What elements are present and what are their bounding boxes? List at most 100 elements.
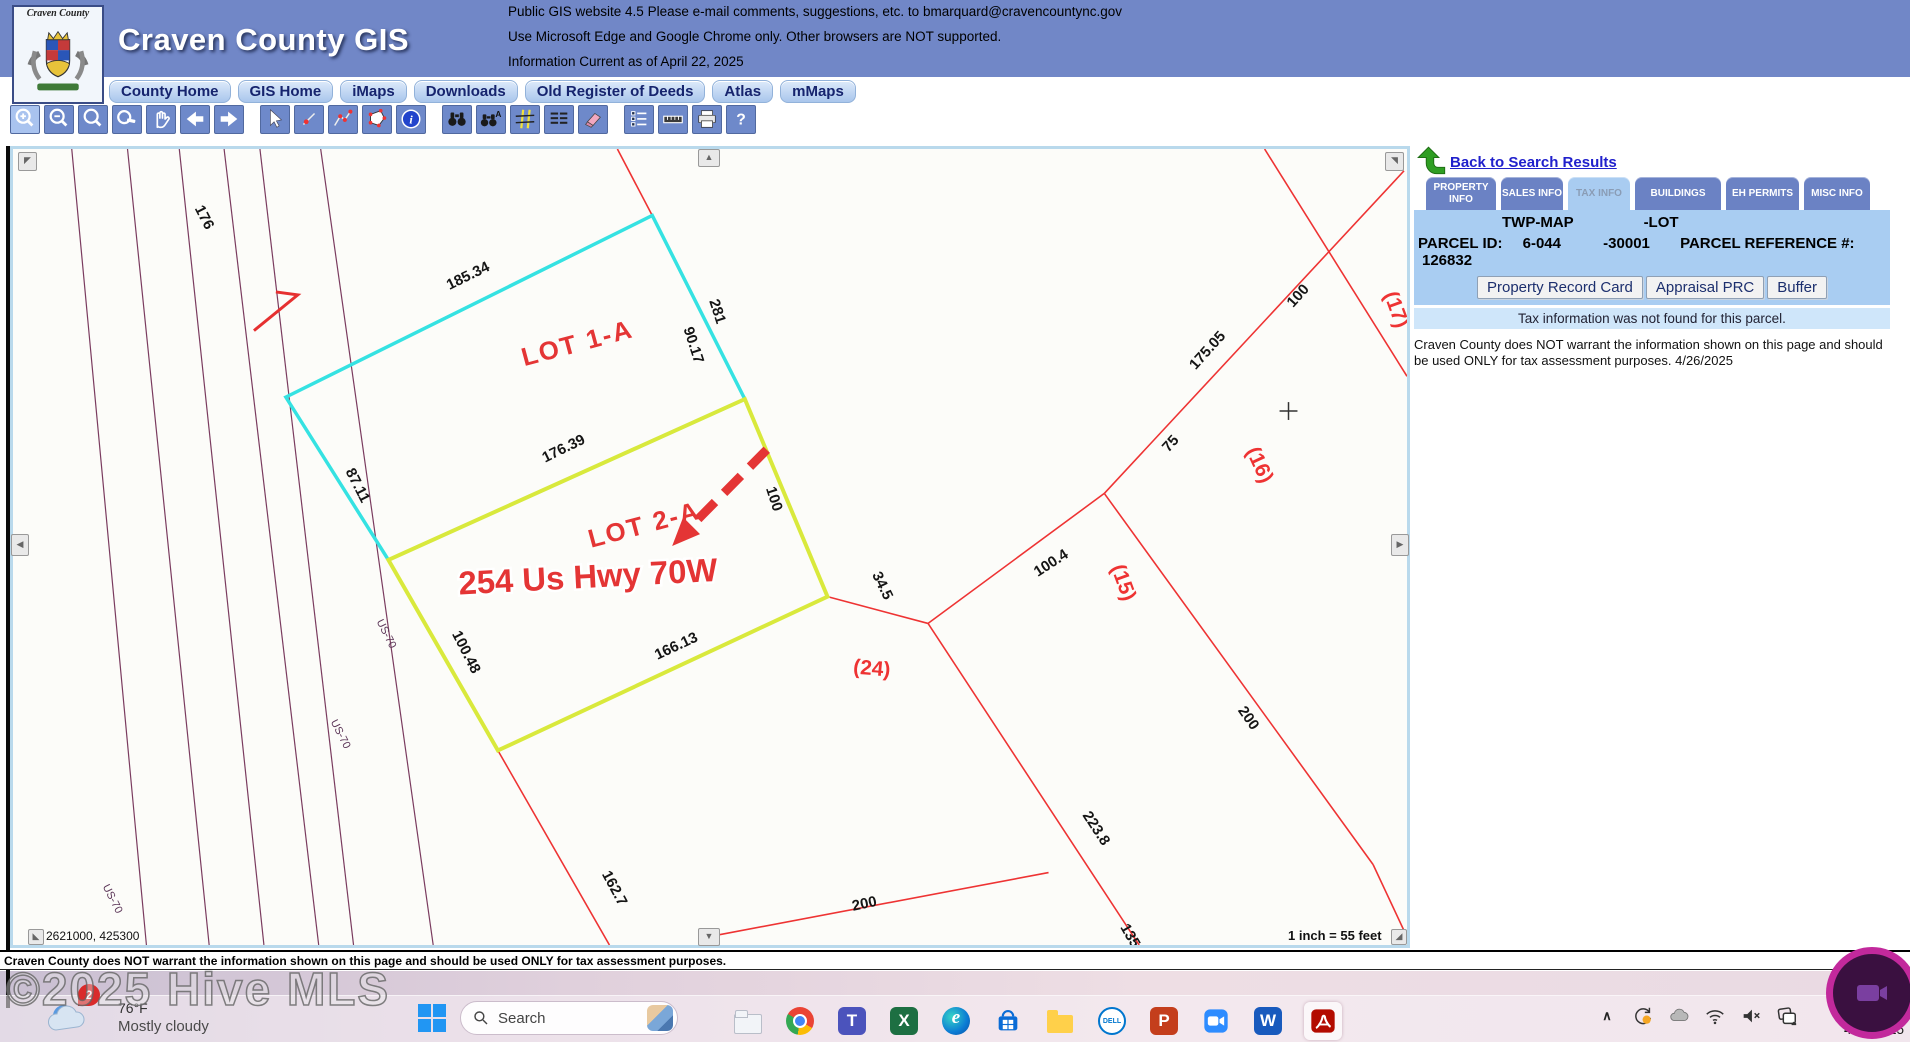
chevron-up-icon[interactable]: ∧ (1596, 1005, 1618, 1027)
photos-icon[interactable] (1776, 1005, 1798, 1027)
parcel-reference-label: PARCEL REFERENCE #: (1680, 235, 1854, 252)
windows-start-button[interactable] (418, 1004, 448, 1034)
pan-icon (149, 107, 173, 131)
us70-corridor-line (260, 149, 354, 945)
select-point-button[interactable] (294, 105, 324, 134)
select-point-icon (297, 107, 321, 131)
powerpoint-taskbar-icon[interactable]: P (1148, 1005, 1180, 1037)
camera-icon (1855, 980, 1889, 1006)
results-list-button[interactable] (544, 105, 574, 134)
tab-sales-info[interactable]: SALES INFO (1501, 177, 1563, 210)
excel-taskbar-icon[interactable]: X (888, 1005, 920, 1037)
identify-button[interactable]: i (396, 105, 426, 134)
map-viewport[interactable]: 176185.3428190.1787.11176.39100100.48166… (10, 146, 1410, 948)
taskbar-search-box[interactable]: Search (460, 1001, 678, 1035)
zoom-previous-button[interactable] (112, 105, 142, 134)
select-line-button[interactable] (328, 105, 358, 134)
twp-map-label: TWP-MAP (1502, 214, 1573, 231)
parcel-boundary-line (1104, 493, 1373, 864)
legend-button[interactable] (624, 105, 654, 134)
sync-icon[interactable] (1632, 1005, 1654, 1027)
notice-line-1: Public GIS website 4.5 Please e-mail com… (508, 4, 1122, 19)
map-corner-southeast-icon[interactable]: ◢ (1391, 929, 1407, 945)
measure-grid-button[interactable] (510, 105, 540, 134)
search-button[interactable] (442, 105, 472, 134)
buffer-button[interactable]: Buffer (1767, 276, 1827, 299)
nav-old-register-of-deeds[interactable]: Old Register of Deeds (525, 80, 706, 103)
nav-imaps[interactable]: iMaps (340, 80, 407, 103)
scroll-up-button[interactable]: ▲ (698, 149, 720, 167)
store-taskbar-icon[interactable] (992, 1005, 1024, 1037)
zoom-window-button[interactable] (78, 105, 108, 134)
nav-mmaps[interactable]: mMaps (780, 80, 856, 103)
dimension-label: 223.8 (1079, 809, 1113, 849)
parcel-info-panel: Back to Search Results PROPERTY INFO SAL… (1414, 146, 1890, 370)
measure-button[interactable] (658, 105, 688, 134)
pan-northeast-button[interactable]: ◥ (1385, 152, 1404, 171)
panel-disclaimer: Craven County does NOT warrant the infor… (1414, 337, 1890, 370)
parcel-boundary-line (928, 623, 1139, 945)
scroll-right-button[interactable]: ▶ (1391, 534, 1409, 556)
wifi-icon[interactable] (1704, 1005, 1726, 1027)
taskbar-weather-widget[interactable]: 2 76°F Mostly cloudy (44, 998, 100, 1039)
map-toolbar: i A? (10, 105, 756, 133)
help-button[interactable]: ? (726, 105, 756, 134)
forward-button[interactable] (214, 105, 244, 134)
tab-tax-info[interactable]: TAX INFO (1568, 177, 1630, 210)
dell-taskbar-icon[interactable]: DELL (1096, 1005, 1128, 1037)
word-taskbar-icon[interactable]: W (1252, 1005, 1284, 1037)
erase-button[interactable] (578, 105, 608, 134)
nav-atlas[interactable]: Atlas (712, 80, 773, 103)
bottom-disclaimer-bar: Craven County does NOT warrant the infor… (0, 950, 1910, 970)
select-polygon-button[interactable] (362, 105, 392, 134)
search-attributes-button[interactable]: A (476, 105, 506, 134)
nav-gis-home[interactable]: GIS Home (238, 80, 334, 103)
back-to-search-results-link[interactable]: Back to Search Results (1450, 154, 1617, 171)
file-explorer-taskbar-icon[interactable] (1044, 1005, 1076, 1037)
county-seal-logo: Craven County (12, 5, 104, 104)
road-name-label: US-70 (328, 718, 353, 751)
volume-muted-icon[interactable] (1740, 1005, 1762, 1027)
tab-eh-permits[interactable]: EH PERMITS (1726, 177, 1799, 210)
pan-button[interactable] (146, 105, 176, 134)
dimension-label: 281 (705, 297, 728, 326)
tab-property-info[interactable]: PROPERTY INFO (1426, 177, 1496, 210)
map-corner-southwest-icon[interactable]: ◣ (28, 929, 44, 945)
search-highlight-thumbnail[interactable] (647, 1005, 673, 1031)
nav-county-home[interactable]: County Home (109, 80, 231, 103)
onedrive-icon[interactable] (1668, 1005, 1690, 1027)
tab-misc-info[interactable]: MISC INFO (1804, 177, 1870, 210)
tax-status-message: Tax information was not found for this p… (1414, 308, 1890, 329)
appraisal-prc-button[interactable]: Appraisal PRC (1646, 276, 1764, 299)
measure-icon (661, 107, 685, 131)
road-name-label: US-70 (100, 882, 125, 915)
nav-downloads[interactable]: Downloads (414, 80, 518, 103)
property-record-card-button[interactable]: Property Record Card (1477, 276, 1643, 299)
search-attributes-icon: A (479, 107, 503, 131)
red-annotation-mark (254, 292, 298, 331)
zoom-in-button[interactable] (10, 105, 40, 134)
parcel-boundary-line (1373, 865, 1407, 937)
parcel-tabs: PROPERTY INFO SALES INFO TAX INFO BUILDI… (1426, 177, 1890, 210)
scroll-left-button[interactable]: ◀ (11, 534, 29, 556)
back-button[interactable] (180, 105, 210, 134)
scroll-down-button[interactable]: ▼ (698, 928, 720, 946)
select-pointer-button[interactable] (260, 105, 290, 134)
print-button[interactable] (692, 105, 722, 134)
chrome-taskbar-icon[interactable] (784, 1005, 816, 1037)
acrobat-taskbar-icon[interactable] (1304, 1002, 1342, 1040)
zoom-out-button[interactable] (44, 105, 74, 134)
webcam-overlay-bubble[interactable] (1826, 947, 1910, 1039)
pointer-arrow-shaft (694, 450, 767, 523)
results-list-icon (547, 107, 571, 131)
file-explorer-light-taskbar-icon[interactable] (732, 1005, 764, 1037)
edge-taskbar-icon[interactable]: e (940, 1005, 972, 1037)
dimension-label: 100 (1284, 282, 1313, 311)
teams-taskbar-icon[interactable]: T (836, 1005, 868, 1037)
dimension-label: 176 (191, 203, 217, 232)
search-placeholder: Search (498, 1010, 647, 1027)
tab-buildings[interactable]: BUILDINGS (1635, 177, 1721, 210)
zoom-previous-icon (115, 107, 139, 131)
zoom-app-taskbar-icon[interactable] (1200, 1005, 1232, 1037)
pan-northwest-button[interactable]: ◤ (18, 152, 37, 171)
